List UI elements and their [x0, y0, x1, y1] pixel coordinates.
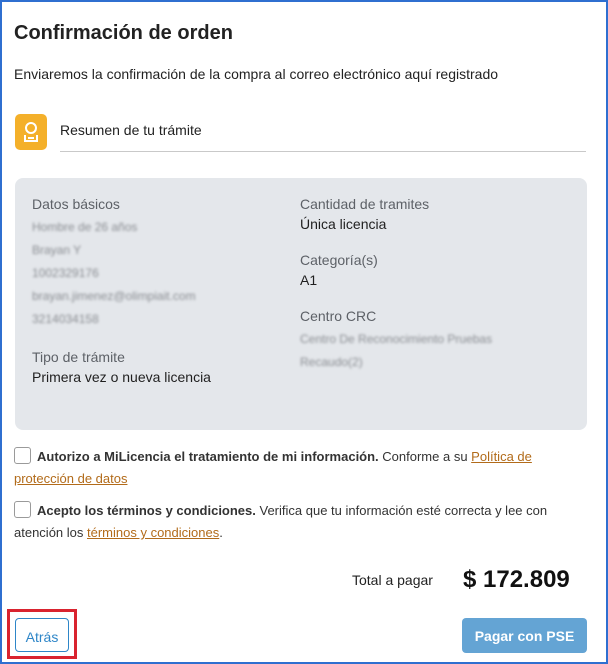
- summary-divider: [60, 151, 586, 152]
- order-summary-card: Datos básicos Hombre de 26 años Brayan Y…: [15, 178, 587, 430]
- category-value: A1: [300, 272, 318, 288]
- terms-consent-row: Acepto los términos y condiciones. Verif…: [14, 500, 589, 544]
- category-label: Categoría(s): [300, 252, 378, 268]
- quantity-label: Cantidad de tramites: [300, 196, 430, 212]
- basic-data-id: 1002329176: [32, 266, 99, 280]
- terms-consent-bold: Acepto los términos y condiciones.: [37, 503, 256, 518]
- crc-center-branch: Recaudo(2): [300, 355, 363, 369]
- basic-data-label: Datos básicos: [32, 196, 120, 212]
- total-label: Total a pagar: [352, 572, 433, 588]
- privacy-consent-row: Autorizo a MiLicencia el tratamiento de …: [14, 446, 589, 490]
- order-confirmation-dialog: Confirmación de orden Enviaremos la conf…: [0, 0, 608, 664]
- back-button[interactable]: Atrás: [15, 618, 69, 652]
- terms-consent-end: .: [219, 525, 223, 540]
- certificate-icon: [15, 114, 47, 150]
- pay-with-pse-button[interactable]: Pagar con PSE: [462, 618, 587, 653]
- crc-center-name: Centro De Reconocimiento Pruebas: [300, 332, 493, 346]
- quantity-value: Única licencia: [300, 216, 387, 232]
- terms-link[interactable]: términos y condiciones: [87, 525, 219, 540]
- crc-center-label: Centro CRC: [300, 308, 377, 324]
- basic-data-email: brayan.jimenez@olimpiait.com: [32, 289, 196, 303]
- page-subtitle: Enviaremos la confirmación de la compra …: [14, 66, 499, 82]
- page-title: Confirmación de orden: [14, 22, 233, 44]
- basic-data-name: Brayan Y: [32, 243, 82, 257]
- basic-data-description: Hombre de 26 años: [32, 220, 138, 234]
- procedure-type-value: Primera vez o nueva licencia: [32, 369, 211, 385]
- basic-data-phone: 3214034158: [32, 312, 99, 326]
- privacy-consent-checkbox[interactable]: [14, 447, 31, 464]
- total-amount: $ 172.809: [463, 566, 570, 593]
- privacy-consent-bold: Autorizo a MiLicencia el tratamiento de …: [37, 449, 379, 464]
- summary-right-column: Cantidad de tramites Única licencia Cate…: [300, 196, 570, 374]
- summary-left-column: Datos básicos Hombre de 26 años Brayan Y…: [32, 196, 282, 385]
- summary-label: Resumen de tu trámite: [60, 122, 202, 138]
- procedure-type-label: Tipo de trámite: [32, 349, 125, 365]
- privacy-consent-text: Conforme a su: [378, 449, 472, 464]
- terms-consent-checkbox[interactable]: [14, 501, 31, 518]
